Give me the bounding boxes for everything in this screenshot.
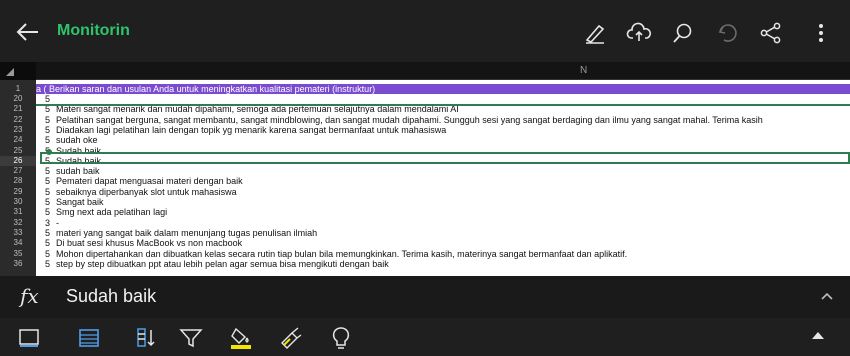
table-row[interactable]: 5 sudah oke [36, 135, 850, 145]
cell-feedback[interactable]: sudah oke [56, 135, 98, 145]
pen-draw-icon[interactable] [582, 20, 608, 46]
table-row[interactable]: 5 [36, 94, 850, 104]
row-number[interactable]: 23 [0, 125, 36, 135]
toolbar-expand-icon[interactable] [812, 332, 824, 339]
row-number[interactable]: 25 [0, 146, 36, 156]
row-number[interactable]: 30 [0, 197, 36, 207]
lightbulb-icon[interactable] [328, 325, 354, 351]
cell-feedback[interactable]: step by step dibuatkan ppt atau lebih pe… [56, 259, 389, 269]
sort-icon[interactable] [134, 325, 160, 351]
table-row[interactable]: 5 Pemateri dapat menguasai materi dengan … [36, 176, 850, 186]
cell-score[interactable]: 5 [45, 176, 50, 186]
selection-handle[interactable] [46, 149, 52, 155]
cell-score[interactable]: 3 [45, 218, 50, 228]
filter-icon[interactable] [178, 325, 204, 351]
row-number[interactable]: 31 [0, 207, 36, 217]
row-number[interactable]: 36 [0, 259, 36, 269]
cell-feedback[interactable]: Smg next ada pelatihan lagi [56, 207, 167, 217]
table-row[interactable]: 5 Mohon dipertahankan dan dibuatkan kelas… [36, 249, 850, 259]
table-row[interactable]: 5 sudah baik [36, 166, 850, 176]
row-number[interactable]: 29 [0, 187, 36, 197]
screen-view-icon[interactable] [16, 325, 42, 351]
file-title: Monitorin [57, 22, 130, 39]
cell-feedback[interactable]: sebaiknya diperbanyak slot untuk mahasis… [56, 187, 237, 197]
table-row[interactable]: 5Sudah baik [36, 146, 850, 156]
cell-score[interactable]: 5 [45, 207, 50, 217]
cell-score[interactable]: 5 [45, 197, 50, 207]
table-row[interactable]: 5 Diadakan lagi pelatihan lain dengan top… [36, 125, 850, 135]
cell-feedback[interactable]: Di buat sesi khusus MacBook vs non macbo… [56, 238, 242, 248]
table-row[interactable]: 5 Smg next ada pelatihan lagi [36, 207, 850, 217]
table-row[interactable]: 5 Pelatihan sangat berguna, sangat memban… [36, 115, 850, 125]
table-format-icon[interactable] [76, 325, 102, 351]
format-painter-icon[interactable] [278, 325, 304, 351]
select-all-corner[interactable] [0, 62, 36, 80]
row-number-gutter: 20 21 22 23 24 25 26 27 28 29 30 31 32 33 34 35 36 [0, 80, 36, 276]
cell-score[interactable]: 5 [45, 135, 50, 145]
cloud-upload-icon[interactable] [626, 20, 652, 46]
more-vertical-icon[interactable] [808, 20, 834, 46]
row-number[interactable]: 27 [0, 166, 36, 176]
row-number[interactable]: 32 [0, 218, 36, 228]
cell-score[interactable]: 5 [45, 115, 50, 125]
cell-feedback[interactable]: Sangat baik [56, 197, 104, 207]
cell-feedback[interactable]: Diadakan lagi pelatihan lain dengan topi… [56, 125, 446, 135]
table-row[interactable]: 3- [36, 218, 850, 228]
spreadsheet-grid[interactable]: 20 21 22 23 24 25 26 27 28 29 30 31 32 33 34 35 36 a ( B… [0, 80, 850, 276]
row-number[interactable]: 35 [0, 249, 36, 259]
cell-feedback[interactable]: materi yang sangat baik dalam menunjang … [56, 228, 317, 238]
row-number[interactable]: 28 [0, 176, 36, 186]
table-row[interactable]: 5 step by step dibuatkan ppt atau lebih p… [36, 259, 850, 269]
chevron-up-icon[interactable] [818, 288, 836, 306]
header-row-text: a ( Berikan saran dan usulan Anda untuk … [36, 84, 376, 94]
column-label-n[interactable]: N [580, 65, 587, 76]
cell-score[interactable]: 5 [45, 238, 50, 248]
cell-feedback[interactable]: sudah baik [56, 166, 100, 176]
cell-feedback[interactable]: Mohon dipertahankan dan dibuatkan kelas … [56, 249, 627, 259]
cell-score[interactable]: 5 [45, 259, 50, 269]
cell-score[interactable]: 5 [45, 94, 50, 104]
column-header: N [0, 62, 850, 80]
fill-color-icon[interactable] [228, 325, 254, 351]
top-bar: Monitorin [0, 0, 850, 62]
table-row[interactable]: 5 Di buat sesi khusus MacBook vs non macb… [36, 238, 850, 248]
cell-score[interactable]: 5 [45, 156, 50, 166]
cell-feedback[interactable]: Pemateri dapat menguasai materi dengan b… [56, 176, 243, 186]
row-number[interactable]: 20 [0, 94, 36, 104]
select-all-triangle-icon [6, 68, 14, 76]
bottom-toolbar [0, 318, 850, 356]
cell-score[interactable]: 5 [45, 228, 50, 238]
row-number[interactable]: 26 [0, 155, 36, 166]
row-number[interactable]: 24 [0, 135, 36, 145]
undo-icon[interactable] [714, 20, 740, 46]
cell-score[interactable]: 5 [45, 166, 50, 176]
formula-input[interactable]: Sudah baik [66, 286, 156, 307]
search-icon[interactable] [670, 20, 696, 46]
excel-app: Monitorin N 20 21 22 23 24 25 26 27 28 29 30 31 32 33… [0, 0, 850, 356]
table-row[interactable]: 5 Sangat baik [36, 197, 850, 207]
cell-feedback[interactable]: - [56, 218, 59, 228]
frozen-pane-divider [36, 104, 850, 106]
row-number[interactable]: 22 [0, 115, 36, 125]
formula-bar: fx Sudah baik [0, 276, 850, 318]
cell-score[interactable]: 5 [45, 187, 50, 197]
cell-feedback[interactable]: Pelatihan sangat berguna, sangat membant… [56, 115, 763, 125]
header-row-cell[interactable]: a ( Berikan saran dan usulan Anda untuk … [36, 84, 850, 94]
selection-edge-indicator [430, 162, 475, 164]
table-row[interactable]: 5 materi yang sangat baik dalam menunjang… [36, 228, 850, 238]
cell-score[interactable]: 5 [45, 249, 50, 259]
share-icon[interactable] [758, 20, 784, 46]
row-number[interactable]: 1 [0, 84, 36, 94]
row-number[interactable]: 21 [0, 104, 36, 114]
fx-label[interactable]: fx [20, 284, 39, 308]
table-row[interactable]: 5 sebaiknya diperbanyak slot untuk mahasi… [36, 187, 850, 197]
cell-feedback[interactable]: Sudah baik [56, 156, 101, 166]
cell-feedback[interactable]: Sudah baik [56, 146, 101, 156]
row-number[interactable]: 34 [0, 238, 36, 248]
cell-score[interactable]: 5 [45, 125, 50, 135]
back-arrow-icon[interactable] [14, 18, 42, 46]
table-row[interactable]: 5 Sudah baik [36, 156, 850, 166]
row-number[interactable]: 33 [0, 228, 36, 238]
